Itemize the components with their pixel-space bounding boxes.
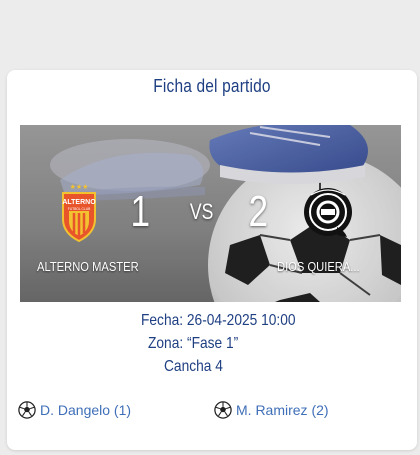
svg-text:★★★: ★★★ [70, 183, 89, 191]
match-banner: ★★★ ALTERNO FUTBOL CLUB 1 VS 2 ALTERNO M… [20, 125, 401, 302]
soccer-ball-icon [18, 401, 36, 419]
match-zone: Zona: “Fase 1” [148, 335, 239, 352]
away-scorer: M. Ramirez (2) [214, 400, 329, 420]
match-card: Ficha del partido ★★★ ALTERNO FUTBOL CLU… [7, 70, 417, 450]
away-scorer-text: M. Ramirez (2) [236, 402, 329, 418]
vs-label: VS [189, 199, 214, 224]
home-team-name: ALTERNO MASTER [37, 259, 139, 274]
home-score: 1 [130, 187, 151, 236]
match-card-title: Ficha del partido [153, 76, 271, 96]
dios-quiera-crest-icon [304, 188, 352, 237]
soccer-ball-icon [214, 401, 232, 419]
home-scorer-text: D. Dangelo (1) [40, 402, 132, 418]
away-team-name: DIOS QUIERA... [277, 259, 360, 274]
alterno-crest-icon: ★★★ ALTERNO FUTBOL CLUB [62, 183, 96, 243]
home-scorer: D. Dangelo (1) [18, 400, 131, 420]
match-court: Cancha 4 [164, 358, 223, 375]
crest-text: ALTERNO [62, 199, 96, 206]
crest-subtext: FUTBOL CLUB [68, 207, 91, 211]
match-date: Fecha: 26-04-2025 10:00 [141, 312, 296, 329]
away-score: 2 [248, 187, 269, 236]
